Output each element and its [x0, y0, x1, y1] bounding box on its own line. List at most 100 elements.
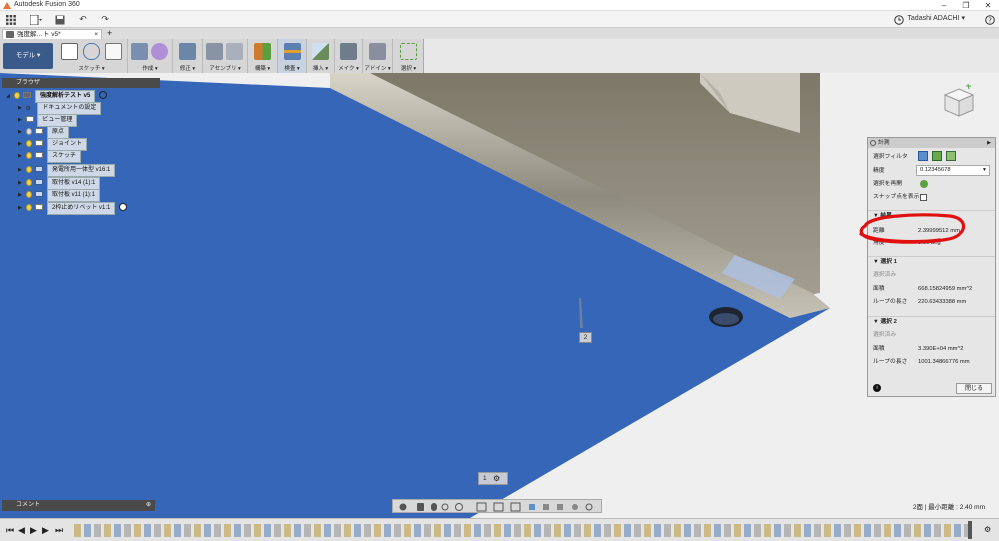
- tree-item-view-manager[interactable]: ▶ ビュー管理: [18, 114, 78, 127]
- visibility-bulb-icon[interactable]: [25, 151, 32, 159]
- expand-icon[interactable]: ▶: [18, 103, 24, 114]
- filter-face-icon[interactable]: [932, 151, 942, 161]
- filter-edge-icon[interactable]: [946, 151, 956, 161]
- expand-icon[interactable]: ▶: [18, 165, 24, 176]
- selection1-section-header[interactable]: ▼ 選択 1: [868, 256, 995, 266]
- selection1-area-value: 668.15824959 mm^2: [918, 286, 973, 292]
- browser-panel-header[interactable]: ブラウザ: [2, 78, 160, 88]
- expand-icon[interactable]: ◢: [6, 91, 12, 102]
- visibility-bulb-icon[interactable]: [25, 127, 32, 135]
- timeline-settings-icon[interactable]: ⚙: [984, 525, 991, 534]
- activate-radio-icon[interactable]: [99, 91, 108, 100]
- rectangle-icon: [105, 43, 122, 60]
- maximize-button[interactable]: ❐: [955, 0, 977, 11]
- expand-icon[interactable]: ▶: [18, 115, 24, 126]
- undo-icon[interactable]: ↶: [75, 12, 91, 27]
- filter-body-icon[interactable]: [918, 151, 928, 161]
- selection2-kind: 選択済み: [873, 332, 897, 338]
- page-indicator[interactable]: 1 ⚙: [478, 472, 508, 485]
- create-group[interactable]: 作成 ▾: [128, 39, 173, 73]
- close-button[interactable]: 閉じる: [956, 383, 992, 394]
- tree-item-origin[interactable]: ▶ 原点: [18, 126, 70, 139]
- info-icon[interactable]: i: [873, 384, 881, 392]
- plane-icon: [254, 43, 271, 60]
- addins-label: アドイン ▾: [364, 66, 391, 72]
- visibility-bulb-icon[interactable]: [25, 203, 32, 211]
- options-icon[interactable]: ▶: [987, 138, 991, 148]
- document-tab-bar: 強度解…ト v5* × +: [0, 28, 999, 39]
- user-menu[interactable]: Tadashi ADACHI ▾: [907, 14, 965, 22]
- folder-icon: [35, 152, 44, 159]
- expand-icon[interactable]: ▶: [18, 190, 24, 201]
- restart-selection-icon[interactable]: [920, 180, 928, 188]
- tree-item-doc-settings[interactable]: ▶ ⚙ ドキュメントの設定: [18, 102, 102, 115]
- tree-item-component-4[interactable]: ▶ 2枠止めリベット v1:1: [18, 202, 128, 215]
- timeline-marker[interactable]: [968, 521, 972, 539]
- show-snap-points-checkbox[interactable]: [920, 194, 927, 201]
- tree-item-joints[interactable]: ▶ ジョイント: [18, 138, 88, 151]
- expand-icon[interactable]: ▶: [18, 139, 24, 150]
- step-forward-icon[interactable]: ▶: [42, 525, 49, 536]
- collapse-icon[interactable]: [870, 140, 876, 146]
- visibility-bulb-icon[interactable]: [25, 165, 32, 173]
- select-group[interactable]: 選択 ▾: [393, 39, 424, 73]
- close-window-button[interactable]: ✕: [977, 0, 999, 11]
- page-number: 1: [483, 475, 487, 482]
- minimize-button[interactable]: –: [933, 0, 955, 11]
- modify-group[interactable]: 修正 ▾: [173, 39, 203, 73]
- new-tab-button[interactable]: +: [107, 28, 112, 38]
- tree-item-component-1[interactable]: ▶ 発電所用一体型 v16:1: [18, 164, 116, 177]
- insert-group[interactable]: 挿入 ▾: [307, 39, 335, 73]
- assemble-group[interactable]: アセンブリ ▾: [203, 39, 248, 73]
- gear-icon[interactable]: ⚙: [493, 473, 500, 485]
- visibility-bulb-icon[interactable]: [13, 91, 20, 99]
- comments-panel-header[interactable]: コメント ⊕: [2, 500, 155, 511]
- document-tab[interactable]: 強度解…ト v5* ×: [2, 29, 102, 39]
- help-icon[interactable]: ?: [982, 12, 998, 27]
- selection2-area-label: 面積: [873, 346, 885, 352]
- expand-icon[interactable]: ▶: [18, 203, 24, 214]
- visibility-bulb-icon[interactable]: [25, 190, 32, 198]
- inspect-group[interactable]: 検査 ▾: [278, 39, 307, 73]
- orbit-icon: [399, 503, 407, 511]
- close-tab-button[interactable]: ×: [94, 30, 98, 39]
- view-cube[interactable]: [940, 83, 978, 121]
- construct-group[interactable]: 構築 ▾: [248, 39, 278, 73]
- redo-icon[interactable]: ↷: [97, 12, 113, 27]
- addins-group[interactable]: アドイン ▾: [363, 39, 393, 73]
- sketch-group[interactable]: スケッチ ▾: [56, 39, 128, 73]
- tree-item-component-2[interactable]: ▶ 取付板 v14 (1):1: [18, 177, 101, 190]
- selection1-loop-label: ループの長さ: [873, 299, 908, 305]
- model-graphics: [0, 73, 999, 518]
- inspect-label: 検査 ▾: [284, 66, 300, 72]
- workspace-switcher[interactable]: モデル ▾: [3, 43, 53, 69]
- document-tab-label: 強度解…ト v5*: [17, 31, 61, 38]
- go-to-end-icon[interactable]: ⏭: [55, 525, 63, 536]
- step-back-icon[interactable]: ◀: [18, 525, 25, 536]
- tree-item-sketches[interactable]: ▶ スケッチ: [18, 150, 82, 163]
- canvas-viewport[interactable]: [0, 73, 999, 518]
- precision-select[interactable]: 0.12345678 ▼: [916, 165, 990, 176]
- save-icon[interactable]: [52, 12, 68, 27]
- expand-icon[interactable]: ▶: [18, 127, 24, 138]
- selection2-section-header[interactable]: ▼ 選択 2: [868, 316, 995, 326]
- play-icon[interactable]: ▶: [30, 525, 37, 536]
- visibility-bulb-icon[interactable]: [25, 178, 32, 186]
- tree-item-root[interactable]: ◢ 強度解析テスト v5: [6, 90, 108, 103]
- grid-icon[interactable]: [3, 12, 19, 27]
- file-icon[interactable]: [28, 12, 44, 27]
- timeline-features[interactable]: [74, 524, 974, 537]
- make-group[interactable]: メイク ▾: [335, 39, 363, 73]
- clock-icon[interactable]: [891, 12, 907, 27]
- select-window-icon: [400, 43, 417, 60]
- measure-dialog-header[interactable]: 計測 ▶: [868, 138, 995, 148]
- visibility-bulb-icon[interactable]: [25, 139, 32, 147]
- go-to-start-icon[interactable]: ⏮: [6, 525, 14, 536]
- sketch-icon: [61, 43, 78, 60]
- tree-item-component-3[interactable]: ▶ 取付板 v11 (1):1: [18, 189, 100, 202]
- comments-label: コメント: [16, 502, 41, 508]
- expand-icon[interactable]: ▶: [18, 151, 24, 162]
- expand-icon[interactable]: ▶: [18, 178, 24, 189]
- activate-radio-icon[interactable]: [119, 203, 128, 212]
- add-comment-icon[interactable]: ⊕: [146, 500, 151, 511]
